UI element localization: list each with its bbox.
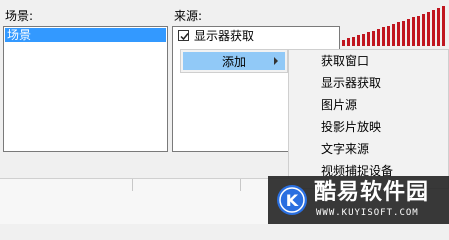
menu-item-add[interactable]: 添加 bbox=[183, 52, 285, 70]
watermark-title: 酷易软件园 bbox=[314, 180, 430, 205]
volume-meter-icon bbox=[342, 6, 445, 46]
menu-item-add-label: 添加 bbox=[221, 54, 246, 69]
watermark-url: WWW.KUYISOFT.COM bbox=[316, 208, 419, 218]
source-item[interactable]: 显示器获取 bbox=[173, 27, 339, 44]
checkmark-icon bbox=[180, 33, 189, 41]
scenes-list[interactable]: 场景 bbox=[3, 26, 168, 152]
source-name: 显示器获取 bbox=[194, 29, 255, 43]
k-logo-icon: K bbox=[277, 185, 307, 215]
submenu-item-slideshow[interactable]: 投影片放映 bbox=[289, 116, 448, 138]
watermark: K 酷易软件园 WWW.KUYISOFT.COM bbox=[268, 176, 449, 224]
svg-text:K: K bbox=[286, 191, 299, 210]
divider bbox=[132, 179, 133, 191]
scene-item[interactable]: 场景 bbox=[5, 28, 166, 42]
context-menu: 添加 bbox=[180, 49, 288, 73]
add-submenu: 获取窗口 显示器获取 图片源 投影片放映 文字来源 视频捕捉设备 bbox=[288, 49, 449, 189]
source-checkbox[interactable] bbox=[178, 30, 189, 41]
submenu-item-window-capture[interactable]: 获取窗口 bbox=[289, 50, 448, 72]
bottom-toolbar bbox=[0, 178, 290, 224]
sources-label: 来源: bbox=[174, 9, 203, 23]
submenu-item-monitor-capture[interactable]: 显示器获取 bbox=[289, 72, 448, 94]
scenes-label: 场景: bbox=[5, 9, 34, 23]
divider bbox=[240, 179, 241, 191]
submenu-arrow-icon bbox=[274, 57, 278, 65]
submenu-item-text-source[interactable]: 文字来源 bbox=[289, 138, 448, 160]
submenu-item-image-source[interactable]: 图片源 bbox=[289, 94, 448, 116]
